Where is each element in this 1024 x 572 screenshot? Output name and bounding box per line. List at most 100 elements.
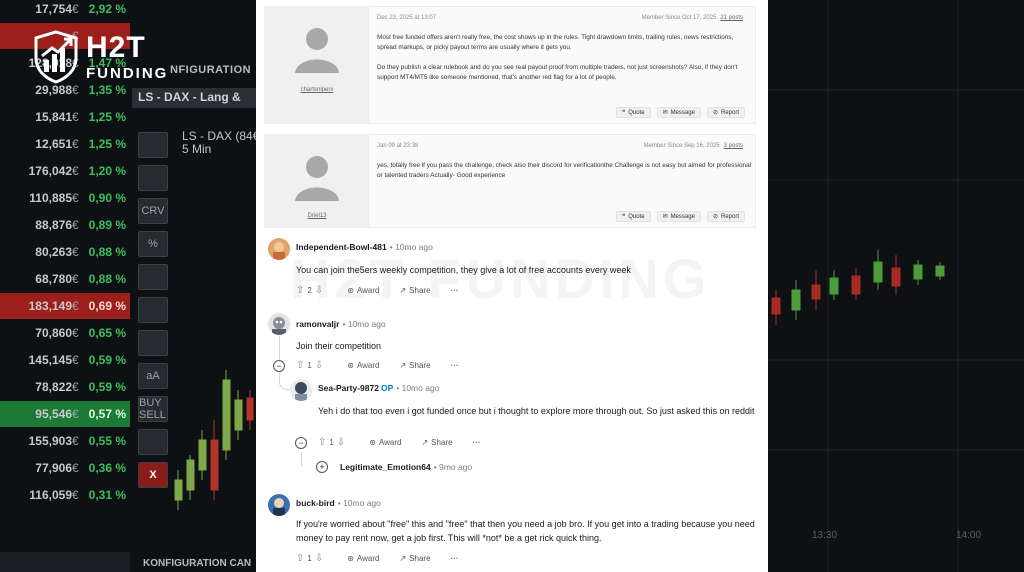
chart-tool-button[interactable]: CRV — [138, 198, 168, 224]
award-button[interactable]: ⊛ Award — [369, 438, 401, 447]
ticker-row[interactable]: 70,860 €0,65 % — [0, 320, 130, 346]
h2t-funding-logo: H2T FUNDING — [34, 30, 168, 84]
comment-author[interactable]: Independent-Bowl-481 • 10mo ago — [296, 242, 433, 252]
ticker-row[interactable]: 110,885 €0,90 % — [0, 185, 130, 211]
avatar[interactable] — [290, 379, 312, 401]
ticker-price: 77,906 — [35, 461, 72, 475]
upvote-icon[interactable]: ⇧ — [296, 553, 304, 564]
upvote-icon[interactable]: ⇧ — [296, 285, 304, 296]
post-username[interactable]: Driel13 — [265, 213, 369, 219]
quote-button[interactable]: ❝ Quote — [615, 211, 651, 222]
collapse-thread-icon[interactable]: − — [295, 437, 307, 449]
ticker-change: 0,59 % — [88, 353, 126, 367]
ticker-row[interactable]: 116,059 €0,31 % — [0, 482, 130, 508]
share-button[interactable]: ↗ Share — [421, 438, 452, 447]
ticker-change: 1,25 % — [88, 110, 126, 124]
ticker-change: 0,55 % — [88, 434, 126, 448]
post-author-column: Driel13 — [265, 135, 369, 227]
comment-author[interactable]: Legitimate_Emotion64 • 9mo ago — [340, 462, 472, 472]
collapsed-comment[interactable]: + Legitimate_Emotion64 • 9mo ago — [256, 458, 768, 476]
comment-author[interactable]: Sea-Party-9872 OP • 10mo ago — [318, 383, 439, 393]
upvote-icon[interactable]: ⇧ — [296, 360, 304, 371]
share-button[interactable]: ↗ Share — [399, 554, 430, 563]
avatar[interactable] — [268, 494, 290, 516]
vote-count: 1 — [307, 361, 312, 370]
ticker-row[interactable]: 80,263 €0,88 % — [0, 239, 130, 265]
currency-symbol: € — [72, 407, 79, 421]
report-button[interactable]: ⊘ Report — [706, 107, 745, 118]
ticker-price: 145,145 — [28, 353, 72, 367]
downvote-icon[interactable]: ⇩ — [315, 360, 323, 371]
ticker-row[interactable]: 17,754 €2,92 % — [0, 0, 130, 22]
avatar[interactable] — [268, 313, 290, 335]
comment-author[interactable]: ramonvaljr • 10mo ago — [296, 319, 386, 329]
award-button[interactable]: ⊛ Award — [347, 361, 379, 370]
upvote-icon[interactable]: ⇧ — [318, 437, 326, 448]
share-icon: ↗ — [421, 438, 429, 447]
konfig-label-top: NFIGURATION — [170, 64, 252, 76]
ticker-price: 110,885 — [29, 191, 72, 205]
chart-panel-header: LS - DAX - Lang & — [132, 88, 256, 108]
chart-tool-button[interactable] — [138, 264, 168, 290]
chart-tool-button[interactable] — [138, 132, 168, 158]
chart-tool-button[interactable] — [138, 330, 168, 356]
chart-tool-button[interactable]: BUY SELL — [138, 396, 168, 422]
quote-button[interactable]: ❝ Quote — [615, 107, 651, 118]
share-button[interactable]: ↗ Share — [399, 361, 430, 370]
comment-author[interactable]: buck-bird • 10mo ago — [296, 498, 381, 508]
message-button[interactable]: ✉ Message — [656, 211, 701, 222]
downvote-icon[interactable]: ⇩ — [315, 553, 323, 564]
member-since: Member Since Oct 17, 2025 21 posts — [641, 15, 743, 21]
chart-tool-button[interactable] — [138, 165, 168, 191]
ticker-row[interactable]: 176,042 €1,20 % — [0, 158, 130, 184]
ticker-row[interactable]: 155,903 €0,55 % — [0, 428, 130, 454]
ticker-row[interactable]: 68,780 €0,88 % — [0, 266, 130, 292]
comment-age: • 10mo ago — [396, 383, 440, 393]
ticker-row[interactable]: 77,906 €0,36 % — [0, 455, 130, 481]
ticker-row[interactable]: 78,822 €0,59 % — [0, 374, 130, 400]
chart-tool-button[interactable] — [138, 429, 168, 455]
currency-symbol: € — [72, 110, 79, 124]
ticker-row[interactable]: 183,149 €0,69 % — [0, 293, 130, 319]
award-button[interactable]: ⊛ Award — [347, 286, 379, 295]
post-count-link[interactable]: 21 posts — [720, 15, 743, 21]
ticker-row[interactable]: 15,841 €1,25 % — [0, 104, 130, 130]
comment-text: You can join the5ers weekly competition,… — [296, 265, 631, 275]
currency-symbol: € — [72, 272, 79, 286]
konfig-label-bottom: KONFIGURATION CAN — [143, 558, 252, 569]
ticker-row[interactable]: 95,546 €0,57 % — [0, 401, 130, 427]
chart-tool-button[interactable]: % — [138, 231, 168, 257]
ticker-price: 12,651 — [35, 137, 72, 151]
chart-tool-button[interactable] — [138, 297, 168, 323]
more-options-icon[interactable]: ··· — [451, 554, 459, 563]
avatar-placeholder-icon — [295, 156, 339, 201]
currency-symbol: € — [72, 164, 79, 178]
award-button[interactable]: ⊛ Award — [347, 554, 379, 563]
bottom-toolbar — [0, 552, 130, 572]
candlestick-right — [768, 0, 1024, 572]
time-label: 14:00 — [956, 530, 982, 541]
ticker-row[interactable]: 145,145 €0,59 % — [0, 347, 130, 373]
share-button[interactable]: ↗ Share — [399, 286, 430, 295]
quote-icon: ❝ — [621, 110, 626, 116]
more-options-icon[interactable]: ··· — [451, 361, 459, 370]
collapse-thread-icon[interactable]: − — [273, 360, 285, 372]
ticker-price: 183,149 — [28, 299, 72, 313]
expand-thread-icon[interactable]: + — [316, 461, 328, 473]
chart-tool-button[interactable]: aA — [138, 363, 168, 389]
chart-tool-button[interactable]: X — [138, 462, 168, 488]
downvote-icon[interactable]: ⇩ — [337, 437, 345, 448]
ticker-row[interactable]: 12,651 €1,25 % — [0, 131, 130, 157]
post-username[interactable]: chartsniperx — [265, 87, 369, 93]
more-options-icon[interactable]: ··· — [473, 438, 481, 447]
report-button[interactable]: ⊘ Report — [706, 211, 745, 222]
ticker-row[interactable]: 88,876 €0,89 % — [0, 212, 130, 238]
message-button[interactable]: ✉ Message — [656, 107, 701, 118]
post-count-link[interactable]: 3 posts — [724, 143, 743, 149]
more-options-icon[interactable]: ··· — [451, 286, 459, 295]
candlestick-left — [174, 370, 254, 510]
downvote-icon[interactable]: ⇩ — [315, 285, 323, 296]
screenshot-panel: H2T FUNDING chartsniperx Dec 23, 2025 at… — [256, 0, 768, 572]
avatar[interactable] — [268, 238, 290, 260]
award-icon: ⊛ — [347, 554, 354, 563]
